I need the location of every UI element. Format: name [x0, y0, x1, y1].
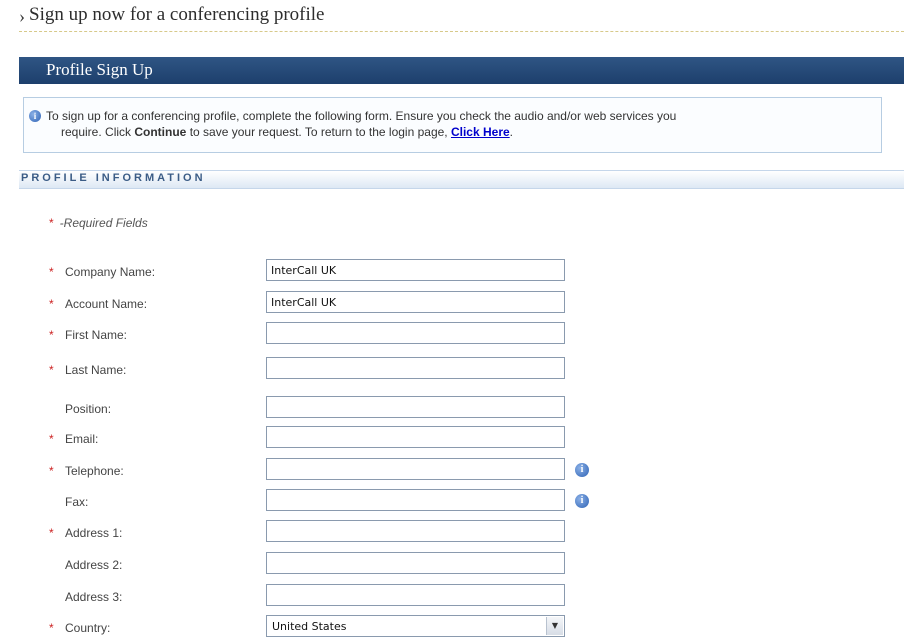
country-selected-value: United States: [272, 620, 347, 633]
form-row-account-name: * Account Name:: [0, 291, 904, 317]
info-message-box: i To sign up for a conferencing profile,…: [23, 97, 882, 153]
email-input[interactable]: [266, 426, 565, 448]
info-text-mid: to save your request. To return to the l…: [186, 125, 451, 139]
company-name-input[interactable]: [266, 259, 565, 281]
form-row-company-name: * Company Name:: [0, 259, 904, 285]
info-icon: i: [29, 110, 41, 122]
telephone-label: Telephone:: [65, 464, 124, 478]
form-row-address-2: Address 2:: [0, 552, 904, 578]
required-marker: *: [49, 526, 54, 540]
info-icon[interactable]: i: [575, 463, 589, 477]
address-2-input[interactable]: [266, 552, 565, 574]
email-label: Email:: [65, 432, 99, 446]
required-marker: *: [49, 328, 54, 342]
header-divider: [19, 31, 904, 32]
chevron-down-icon[interactable]: ▼: [546, 617, 563, 635]
position-label: Position:: [65, 402, 112, 416]
last-name-input[interactable]: [266, 357, 565, 379]
first-name-label: First Name:: [65, 328, 128, 342]
address-1-input[interactable]: [266, 520, 565, 542]
continue-keyword: Continue: [134, 125, 187, 139]
required-marker: *: [49, 297, 54, 311]
last-name-label: Last Name:: [65, 363, 127, 377]
page-title: Sign up now for a conferencing profile: [29, 4, 325, 25]
account-name-input[interactable]: [266, 291, 565, 313]
info-text-line2: require. Click Continue to save your req…: [61, 125, 513, 139]
form-row-first-name: * First Name:: [0, 322, 904, 348]
form-row-last-name: * Last Name:: [0, 357, 904, 383]
form-row-email: * Email:: [0, 426, 904, 452]
form-row-address-1: * Address 1:: [0, 520, 904, 546]
address-3-label: Address 3:: [65, 590, 123, 604]
info-icon[interactable]: i: [575, 494, 589, 508]
panel-title: Profile Sign Up: [46, 60, 153, 79]
telephone-input[interactable]: [266, 458, 565, 480]
panel-title-bar: Profile Sign Up: [19, 57, 904, 84]
info-text-end: .: [509, 125, 514, 139]
address-1-label: Address 1:: [65, 526, 123, 540]
account-name-label: Account Name:: [65, 297, 148, 311]
country-select[interactable]: United States ▼: [266, 615, 565, 637]
form-row-position: Position:: [0, 396, 904, 422]
first-name-input[interactable]: [266, 322, 565, 344]
required-marker: *: [49, 464, 54, 478]
position-input[interactable]: [266, 396, 565, 418]
address-3-input[interactable]: [266, 584, 565, 606]
address-2-label: Address 2:: [65, 558, 123, 572]
required-note-text: -Required Fields: [59, 216, 148, 230]
form-row-address-3: Address 3:: [0, 584, 904, 610]
company-name-label: Company Name:: [65, 265, 156, 279]
login-link[interactable]: Click Here: [451, 125, 510, 139]
fax-label: Fax:: [65, 495, 89, 509]
section-header: PROFILE INFORMATION: [19, 170, 904, 189]
required-marker: *: [49, 216, 54, 230]
chevron-right-icon: ›: [19, 6, 25, 26]
required-fields-note: * -Required Fields: [49, 216, 148, 230]
fax-input[interactable]: [266, 489, 565, 511]
info-text-line1: To sign up for a conferencing profile, c…: [46, 109, 677, 123]
required-marker: *: [49, 265, 54, 279]
info-text-pre: require. Click: [61, 125, 135, 139]
form-row-telephone: * Telephone: i: [0, 458, 904, 484]
required-marker: *: [49, 363, 54, 377]
form-row-fax: Fax: i: [0, 489, 904, 515]
required-marker: *: [49, 432, 54, 446]
section-title: PROFILE INFORMATION: [21, 172, 206, 184]
page-header: › Sign up now for a conferencing profile: [0, 0, 904, 32]
form-row-country: * Country: United States ▼: [0, 615, 904, 641]
